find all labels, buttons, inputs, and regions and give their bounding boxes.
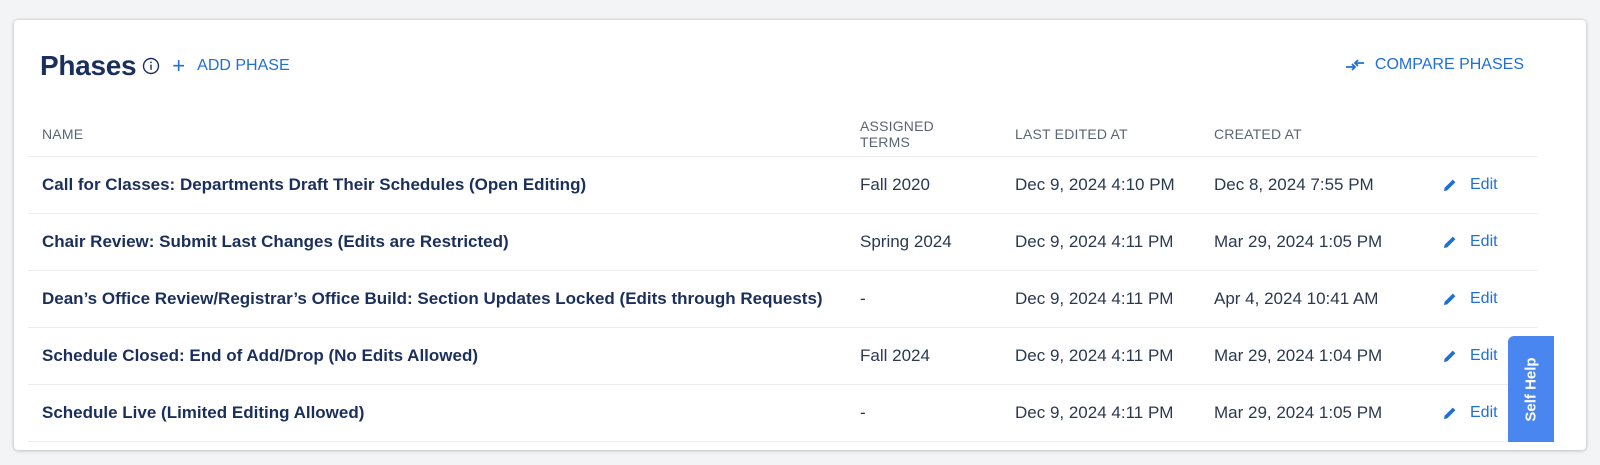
assigned-terms: - [846,270,1001,328]
pencil-icon [1444,236,1456,248]
edit-label: Edit [1470,347,1498,364]
phase-name[interactable]: Chair Review: Submit Last Changes (Edits… [28,213,846,271]
edit-label: Edit [1470,290,1498,307]
info-icon[interactable] [142,57,160,75]
page-title: Phases [40,50,137,81]
add-phase-label: ADD PHASE [197,57,290,74]
column-header-last-edited[interactable]: LAST EDITED AT [1001,112,1200,157]
pencil-icon [1444,179,1456,191]
compare-arrows-icon [1345,59,1364,71]
compare-phases-label: COMPARE PHASES [1374,56,1524,73]
edit-button[interactable]: Edit [1442,176,1524,194]
pencil-icon [1444,350,1456,362]
edit-label: Edit [1470,233,1498,250]
table-row: Chair Review: Submit Last Changes (Edits… [28,213,1538,271]
actions-cell: Edit [1428,270,1538,328]
phase-name[interactable]: Schedule Live (Limited Editing Allowed) [28,384,846,442]
table-header-row: NAME ASSIGNED TERMS LAST EDITED AT CREAT… [28,112,1538,157]
column-header-name[interactable]: NAME [28,112,846,157]
table-row: Schedule Closed: End of Add/Drop (No Edi… [28,327,1538,385]
edit-label: Edit [1470,404,1498,421]
edit-button[interactable]: Edit [1442,290,1524,308]
last-edited-at: Dec 9, 2024 4:10 PM [1001,156,1200,214]
edit-label: Edit [1470,176,1498,193]
last-edited-at: Dec 9, 2024 4:11 PM [1001,213,1200,271]
pencil-icon [1444,293,1456,305]
column-header-created[interactable]: CREATED AT [1200,112,1428,157]
created-at: Dec 8, 2024 7:55 PM [1200,156,1428,214]
created-at: Mar 29, 2024 1:04 PM [1200,327,1428,385]
table-row: Dean’s Office Review/Registrar’s Office … [28,270,1538,328]
assigned-terms: Fall 2024 [846,327,1001,385]
assigned-terms: - [846,384,1001,442]
plus-icon: + [172,53,186,78]
self-help-label: Self Help [1522,356,1540,422]
self-help-button[interactable]: Self Help [1508,336,1554,442]
last-edited-at: Dec 9, 2024 4:11 PM [1001,384,1200,442]
column-header-actions [1428,112,1538,157]
edit-button[interactable]: Edit [1442,233,1524,251]
column-header-assigned-terms[interactable]: ASSIGNED TERMS [846,112,1001,157]
phases-header: Phases + ADD PHASE [40,50,290,82]
actions-cell: Edit [1428,213,1538,271]
actions-cell: Edit [1428,156,1538,214]
phase-name[interactable]: Dean’s Office Review/Registrar’s Office … [28,270,846,328]
created-at: Apr 4, 2024 10:41 AM [1200,270,1428,328]
last-edited-at: Dec 9, 2024 4:11 PM [1001,270,1200,328]
assigned-terms: Fall 2020 [846,156,1001,214]
phases-table: NAME ASSIGNED TERMS LAST EDITED AT CREAT… [28,112,1538,442]
table-row: Schedule Live (Limited Editing Allowed) … [28,384,1538,442]
pencil-icon [1444,407,1456,419]
phases-card: Phases + ADD PHASE COMPARE PHASES NAME A… [14,20,1586,450]
created-at: Mar 29, 2024 1:05 PM [1200,213,1428,271]
phase-name[interactable]: Call for Classes: Departments Draft Thei… [28,156,846,214]
created-at: Mar 29, 2024 1:05 PM [1200,384,1428,442]
last-edited-at: Dec 9, 2024 4:11 PM [1001,327,1200,385]
add-phase-button[interactable]: + ADD PHASE [172,55,289,77]
phase-name[interactable]: Schedule Closed: End of Add/Drop (No Edi… [28,327,846,385]
table-row: Call for Classes: Departments Draft Thei… [28,156,1538,214]
compare-phases-button[interactable]: COMPARE PHASES [1345,56,1524,74]
assigned-terms: Spring 2024 [846,213,1001,271]
